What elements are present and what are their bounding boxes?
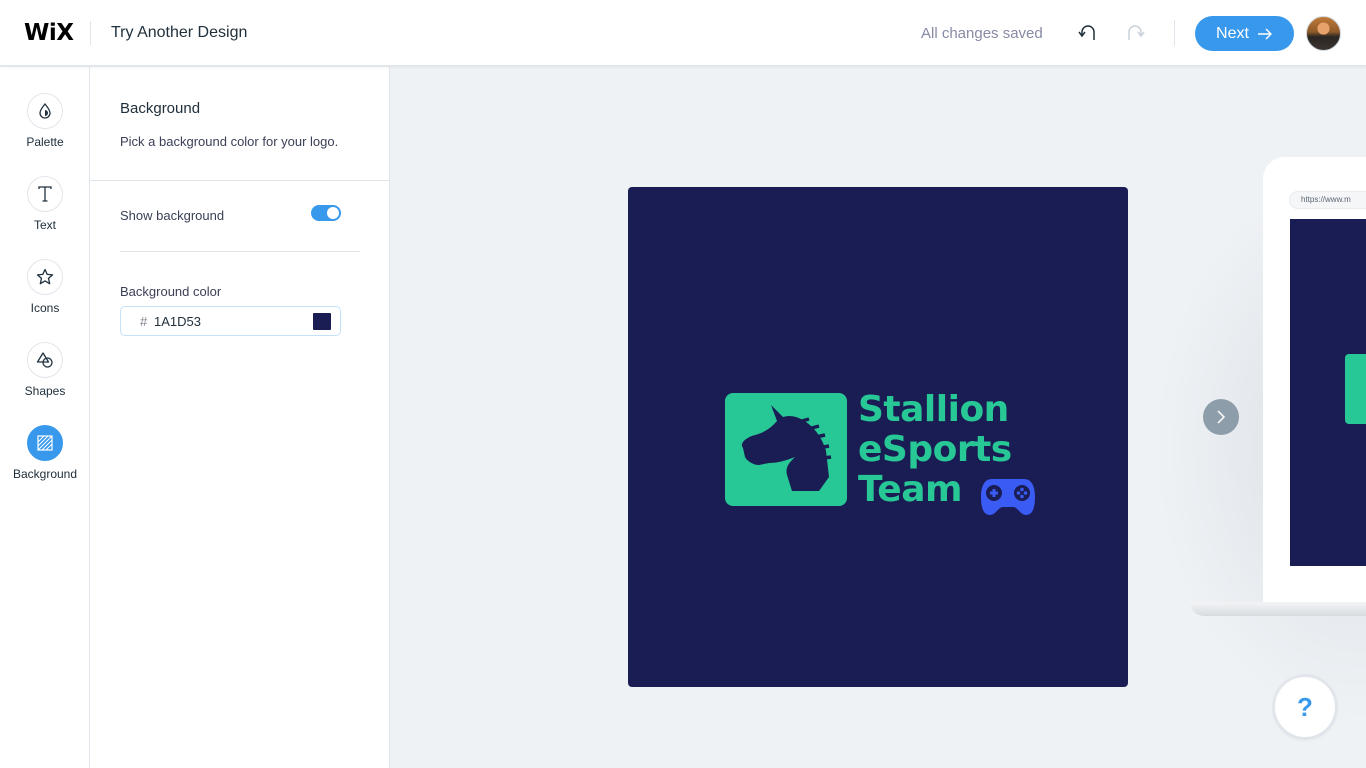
rail-label: Shapes (24, 384, 66, 398)
rail-icon-wrap (27, 342, 63, 378)
logo-line-1: Stallion (858, 389, 1009, 430)
background-panel: Background Pick a background color for y… (90, 67, 390, 768)
chevron-right-icon (1217, 410, 1226, 424)
rail-label: Text (33, 218, 56, 232)
star-icon (36, 268, 54, 285)
laptop-mockup[interactable]: https://www.m (1263, 157, 1366, 602)
logo-preview[interactable]: Stallion eSports Team (628, 187, 1128, 687)
rail-icon-wrap (27, 259, 63, 295)
gamepad-icon (981, 479, 1035, 515)
show-background-toggle[interactable] (311, 205, 341, 221)
rail-item-icons[interactable]: Icons (0, 259, 90, 333)
mockup-screen (1290, 219, 1366, 566)
color-swatch[interactable] (313, 313, 331, 330)
help-button[interactable]: ? (1275, 677, 1335, 737)
user-avatar[interactable] (1306, 16, 1341, 51)
save-status: All changes saved (921, 25, 1043, 42)
divider (90, 180, 390, 181)
rail-icon-wrap (27, 176, 63, 212)
arrow-right-icon (1257, 28, 1272, 39)
panel-description: Pick a background color for your logo. (120, 134, 339, 149)
mockup-logo (1345, 354, 1366, 424)
rail-item-text[interactable]: Text (0, 176, 90, 250)
palette-drop-icon (39, 102, 51, 119)
divider (1174, 20, 1175, 46)
rail-item-background[interactable]: Background (0, 425, 90, 499)
undo-icon (1078, 25, 1095, 40)
hash-prefix: # (140, 314, 148, 329)
tool-rail: Palette Text Icons Shapes Background (0, 67, 90, 768)
design-canvas: https://www.m Stallion eSports Team ? (390, 67, 1366, 768)
redo-button[interactable] (1124, 22, 1146, 44)
rail-item-palette[interactable]: Palette (0, 93, 90, 167)
redo-icon (1128, 25, 1145, 40)
mockup-url-bar: https://www.m (1289, 191, 1366, 209)
divider (120, 251, 360, 252)
laptop-base (1190, 602, 1366, 616)
logo-line-2: eSports (858, 429, 1012, 470)
rail-item-shapes[interactable]: Shapes (0, 342, 90, 416)
undo-button[interactable] (1077, 22, 1099, 44)
horse-head-icon (741, 405, 832, 491)
next-design-button[interactable] (1203, 399, 1239, 435)
show-background-label: Show background (120, 208, 225, 223)
divider (90, 21, 91, 45)
page-title: Try Another Design (111, 24, 248, 41)
rail-label: Icons (30, 301, 60, 315)
rail-label: Background (12, 467, 78, 481)
color-hex-value[interactable]: 1A1D53 (154, 314, 201, 329)
panel-title: Background (120, 100, 201, 117)
text-icon (38, 186, 52, 202)
next-button-label: Next (1216, 24, 1249, 42)
wix-logo[interactable]: WiX (24, 20, 74, 46)
top-bar: WiX Try Another Design All changes saved… (0, 0, 1366, 66)
background-hatch-icon (37, 435, 53, 451)
background-color-label: Background color (120, 284, 222, 299)
logo-mark (725, 393, 847, 506)
next-button[interactable]: Next (1195, 16, 1294, 51)
rail-label: Palette (26, 135, 64, 149)
rail-icon-wrap (27, 93, 63, 129)
rail-icon-wrap (27, 425, 63, 461)
toggle-knob (327, 207, 339, 219)
shapes-icon (36, 352, 53, 368)
background-color-input[interactable]: # 1A1D53 (120, 306, 341, 336)
